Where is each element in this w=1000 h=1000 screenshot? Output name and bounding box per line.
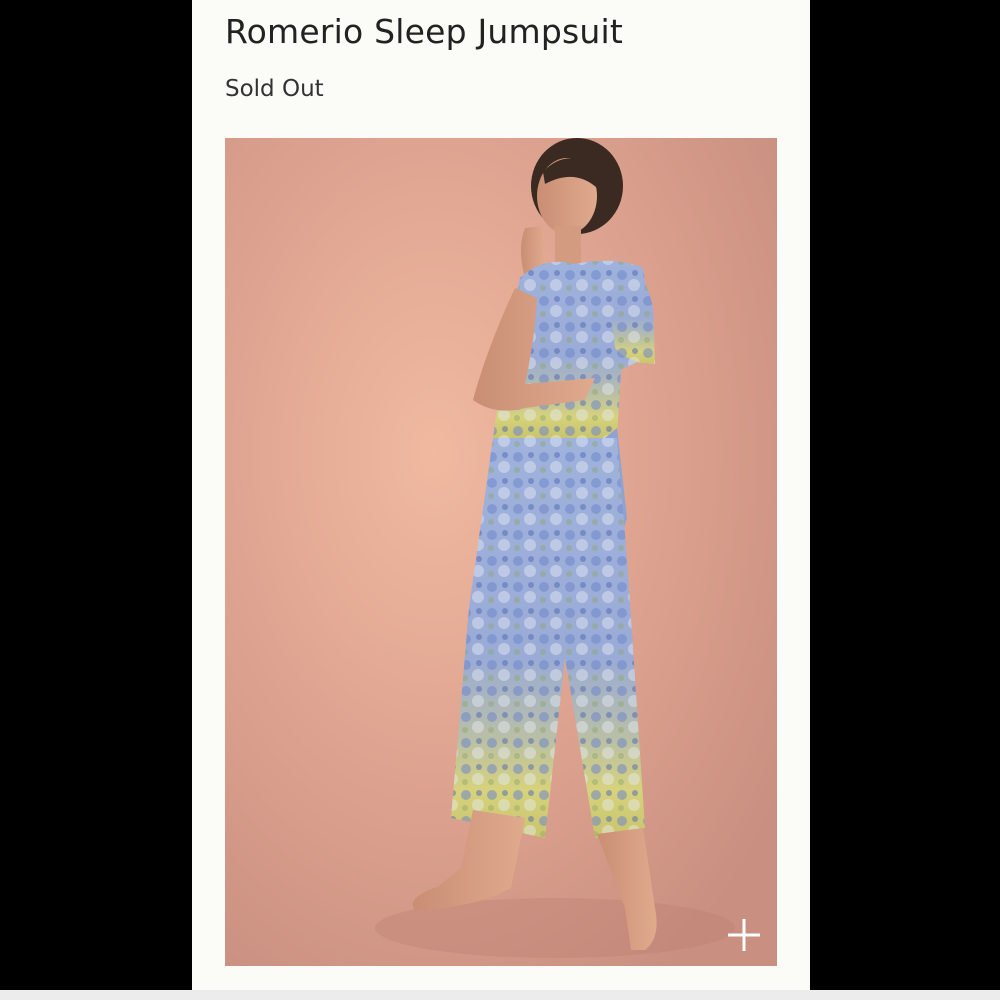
product-card: Romerio Sleep Jumpsuit Sold Out <box>192 0 810 1000</box>
availability-status: Sold Out <box>225 76 324 102</box>
product-title: Romerio Sleep Jumpsuit <box>225 12 624 51</box>
product-photo-illustration <box>225 138 777 966</box>
product-image[interactable] <box>225 138 777 966</box>
plus-icon[interactable] <box>725 916 763 954</box>
bottom-strip <box>0 990 1000 1000</box>
screen: Romerio Sleep Jumpsuit Sold Out <box>0 0 1000 1000</box>
